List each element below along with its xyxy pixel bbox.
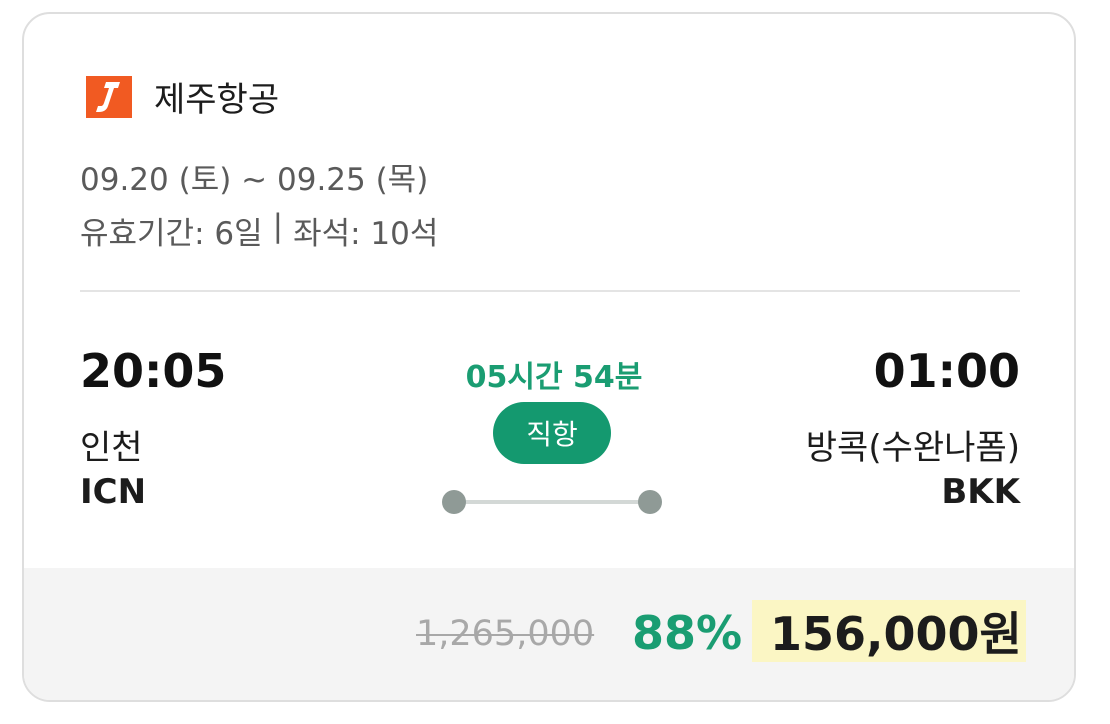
- discount-rate: 88%: [632, 606, 743, 660]
- arrival-time: 01:00: [873, 344, 1020, 398]
- departure-code: ICN: [80, 472, 147, 512]
- airline-name: 제주항공: [154, 80, 280, 120]
- arrival-city: 방콕(수완나폼): [805, 428, 1020, 468]
- route-end-dot-icon: [638, 490, 662, 514]
- route-start-dot-icon: [442, 490, 466, 514]
- route-line: [454, 500, 650, 504]
- validity-info: 유효기간: 6일 | 좌석: 10석: [80, 208, 438, 253]
- divider: [80, 290, 1020, 292]
- flight-deal-card[interactable]: 제주항공 09.20 (토) ~ 09.25 (목) 유효기간: 6일 | 좌석…: [22, 12, 1076, 702]
- flight-duration: 05시간 54분: [465, 360, 643, 395]
- seat-count: 좌석: 10석: [293, 216, 439, 252]
- departure-city: 인천: [80, 428, 143, 468]
- final-price: 156,000원: [752, 600, 1026, 662]
- validity-separator: |: [272, 208, 284, 244]
- airline-header: 제주항공: [86, 72, 279, 121]
- direct-flight-badge: 직항: [493, 402, 611, 464]
- arrival-code: BKK: [941, 472, 1020, 512]
- validity-period: 유효기간: 6일: [80, 216, 263, 252]
- original-price: 1,265,000: [416, 614, 595, 654]
- departure-time: 20:05: [80, 344, 227, 398]
- travel-dates: 09.20 (토) ~ 09.25 (목): [80, 162, 429, 198]
- jeju-air-logo-icon: [86, 75, 132, 118]
